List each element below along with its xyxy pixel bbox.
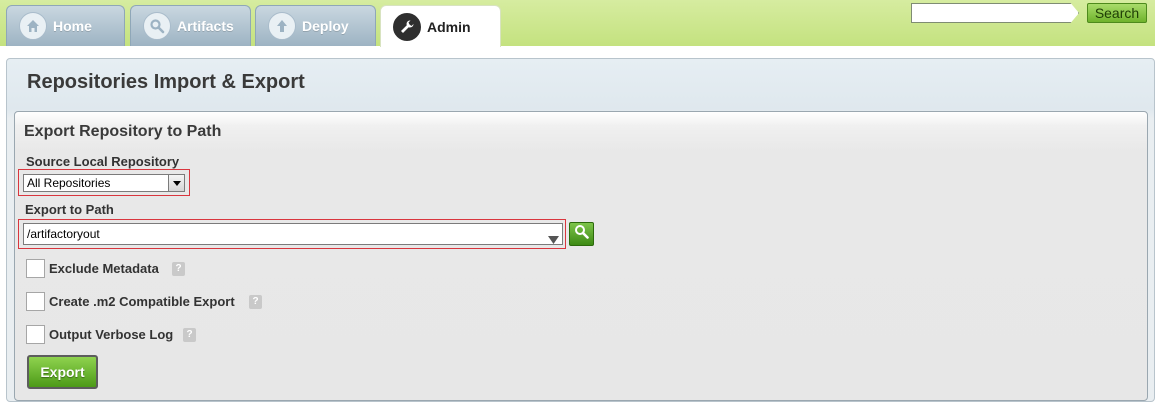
source-repository-value: All Repositories — [27, 176, 111, 190]
search-icon — [143, 12, 171, 40]
tab-artifacts[interactable]: Artifacts — [130, 5, 251, 46]
export-button[interactable]: Export — [27, 355, 98, 389]
verbose-log-help-icon[interactable]: ? — [183, 328, 196, 342]
dropdown-arrow-icon[interactable] — [548, 230, 559, 250]
source-repository-select[interactable]: All Repositories — [23, 174, 185, 192]
verbose-log-label: Output Verbose Log — [49, 327, 174, 342]
tab-admin[interactable]: Admin — [380, 5, 501, 47]
export-section: Export Repository to Path Source Local R… — [14, 111, 1148, 401]
exclude-metadata-help-icon[interactable]: ? — [172, 262, 185, 276]
chevron-down-icon[interactable] — [168, 175, 184, 191]
tab-deploy[interactable]: Deploy — [255, 5, 376, 46]
section-title: Export Repository to Path — [24, 123, 222, 140]
main-panel: Repositories Import & Export Export Repo… — [6, 58, 1155, 402]
m2-compatible-label: Create .m2 Compatible Export — [49, 294, 235, 309]
exclude-metadata-label: Exclude Metadata — [49, 261, 159, 276]
page-title: Repositories Import & Export — [27, 71, 305, 93]
export-path-value: /artifactoryout — [27, 227, 100, 241]
search-button[interactable]: Search — [1087, 3, 1147, 23]
search-input[interactable] — [911, 3, 1079, 23]
exclude-metadata-checkbox[interactable] — [26, 259, 45, 278]
m2-compatible-checkbox[interactable] — [26, 292, 45, 311]
export-path-input[interactable]: /artifactoryout — [23, 223, 563, 245]
m2-compatible-help-icon[interactable]: ? — [249, 295, 262, 309]
upload-arrow-icon — [268, 12, 296, 40]
browse-path-button[interactable] — [569, 222, 594, 246]
export-path-label: Export to Path — [25, 202, 114, 217]
wrench-icon — [393, 12, 421, 41]
tab-home-label: Home — [53, 18, 92, 34]
tab-artifacts-label: Artifacts — [177, 18, 234, 34]
source-repository-label: Source Local Repository — [26, 154, 180, 169]
tab-deploy-label: Deploy — [302, 18, 349, 34]
magnifier-icon — [574, 224, 589, 244]
verbose-log-checkbox[interactable] — [26, 325, 45, 344]
home-icon — [19, 12, 47, 40]
tab-home[interactable]: Home — [6, 5, 125, 46]
tab-admin-label: Admin — [427, 18, 471, 35]
